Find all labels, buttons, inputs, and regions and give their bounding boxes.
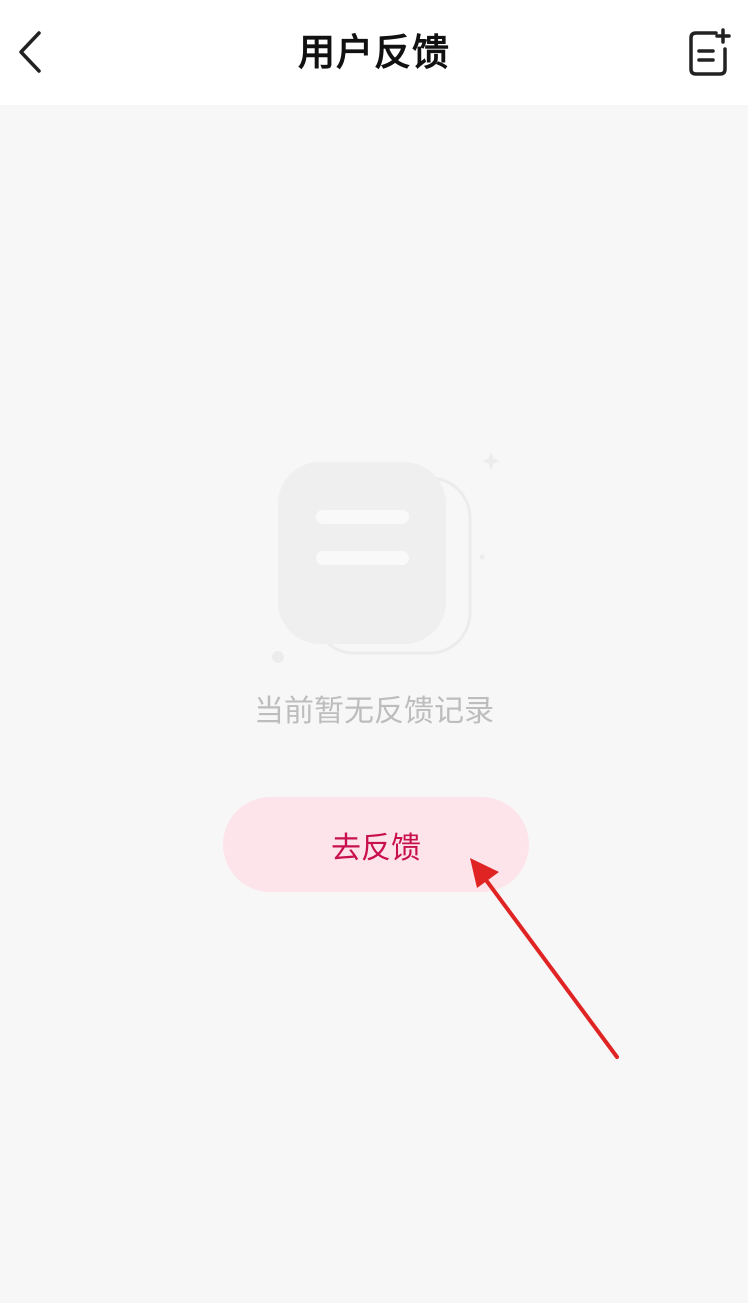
top-bar: 用户反馈 [0, 0, 748, 105]
page-title: 用户反馈 [298, 31, 450, 74]
go-feedback-button[interactable]: 去反馈 [223, 797, 529, 892]
new-feedback-button[interactable] [684, 24, 734, 80]
empty-illustration [264, 450, 504, 670]
empty-message: 当前暂无反馈记录 [254, 694, 494, 729]
note-add-icon [689, 28, 731, 76]
empty-document-icon [272, 452, 500, 663]
feedback-page: 用户反馈 当前暂无反馈记录 去反馈 [0, 0, 748, 1303]
